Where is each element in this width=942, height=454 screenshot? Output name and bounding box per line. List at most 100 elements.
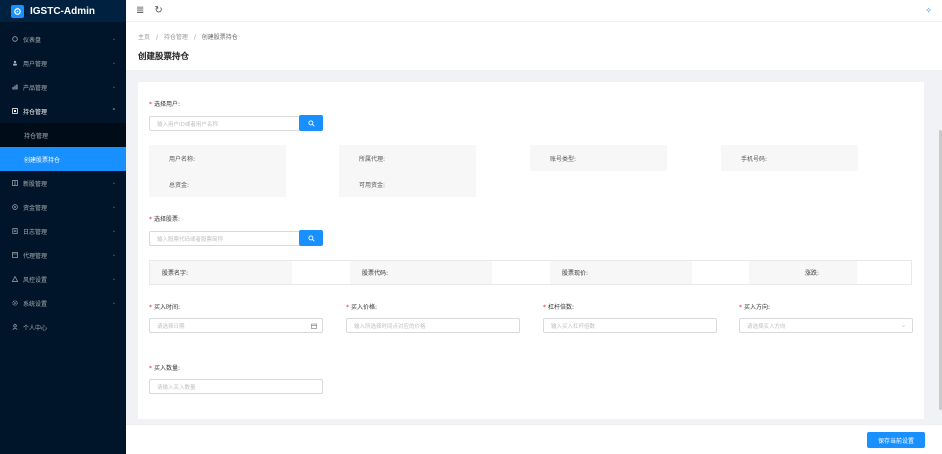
stock-select-label: * 选择股票: bbox=[149, 216, 181, 223]
chevron-down-icon: ⌄ bbox=[111, 300, 116, 306]
sidebar-item-label: 个人中心 bbox=[23, 324, 48, 332]
sidebar-item-label: 产品管理 bbox=[23, 84, 48, 92]
sidebar-submenu: 持仓管理 创建股票持仓 bbox=[0, 123, 126, 171]
position-icon bbox=[12, 108, 18, 114]
available-funds-value bbox=[476, 171, 530, 197]
sidebar-item-label: 代理管理 bbox=[23, 252, 48, 260]
sidebar-item-profile[interactable]: 个人中心 bbox=[0, 315, 126, 339]
stock-code-value bbox=[492, 261, 550, 284]
sidebar-item-users[interactable]: 用户管理 ⌄ bbox=[0, 51, 126, 75]
sidebar-item-dashboard[interactable]: 仪表盘 ⌄ bbox=[0, 27, 126, 51]
money-icon bbox=[12, 204, 18, 210]
log-icon bbox=[12, 228, 18, 234]
buy-time-placeholder: 请选择日期 bbox=[157, 323, 185, 330]
chart-icon bbox=[12, 84, 18, 90]
leverage-input[interactable]: 输入买入杠杆倍数 bbox=[543, 318, 717, 333]
logo[interactable]: IGSTC-Admin bbox=[0, 0, 126, 22]
buy-time-picker[interactable]: 请选择日期 bbox=[149, 318, 323, 333]
dashboard-icon bbox=[12, 36, 18, 42]
quantity-input[interactable]: 请输入买入数量 bbox=[149, 379, 323, 394]
user-info-grid: 用户名称: 所属代理: 账号类型: 手机号码: 总资金: 可用资金: bbox=[149, 145, 912, 197]
sidebar-item-positions[interactable]: 持仓管理 ⌃ bbox=[0, 99, 126, 123]
total-funds-label: 总资金: bbox=[149, 171, 286, 197]
total-funds-value bbox=[286, 171, 339, 197]
stock-info-row: 股票名字: 股票代码: 股票现价: 涨跌: bbox=[149, 260, 912, 285]
chevron-up-icon: ⌃ bbox=[111, 108, 116, 114]
sidebar-item-label: 新股管理 bbox=[23, 180, 48, 188]
warning-icon bbox=[12, 276, 18, 282]
sidebar-subitem-positions[interactable]: 持仓管理 bbox=[0, 123, 126, 147]
change-label: 涨跌: bbox=[749, 261, 857, 284]
sidebar-item-settings[interactable]: 系统设置 ⌄ bbox=[0, 291, 126, 315]
account-type-label: 账号类型: bbox=[530, 145, 667, 171]
stock-price-label: 股票现价: bbox=[550, 261, 692, 284]
users-icon bbox=[12, 60, 18, 66]
stock-search-button[interactable] bbox=[299, 230, 323, 246]
search-icon bbox=[307, 234, 315, 242]
sidebar-item-label: 日志管理 bbox=[23, 228, 48, 236]
user-select-label: * 选择用户: bbox=[149, 101, 181, 108]
available-funds-label: 可用资金: bbox=[339, 171, 476, 197]
sidebar-item-products[interactable]: 产品管理 ⌄ bbox=[0, 75, 126, 99]
sidebar-item-label: 系统设置 bbox=[23, 300, 48, 308]
user-search-button[interactable] bbox=[299, 115, 323, 131]
refresh-icon[interactable]: ↻ bbox=[154, 5, 162, 16]
search-icon bbox=[307, 119, 315, 127]
breadcrumb: 主页 / 持仓管理 / 创建股票持仓 bbox=[138, 32, 930, 41]
page-header: 主页 / 持仓管理 / 创建股票持仓 创建股票持仓 bbox=[126, 22, 942, 70]
stock-price-value bbox=[692, 261, 749, 284]
grid-icon bbox=[12, 180, 18, 186]
topbar: ≣ ↻ ✧ bbox=[126, 0, 942, 22]
direction-placeholder: 请选择买入方向 bbox=[747, 323, 786, 330]
chevron-down-icon: ⌄ bbox=[111, 276, 116, 282]
leverage-label: * 杠杆倍数: bbox=[543, 304, 575, 311]
sidebar-subitem-create-position[interactable]: 创建股票持仓 bbox=[0, 147, 126, 171]
agent-value bbox=[476, 145, 530, 171]
phone-label: 手机号码: bbox=[721, 145, 858, 171]
breadcrumb-separator: / bbox=[155, 34, 158, 41]
settings-sparkle-icon[interactable]: ✧ bbox=[925, 6, 932, 15]
stock-code-label: 股票代码: bbox=[350, 261, 492, 284]
page-title: 创建股票持仓 bbox=[138, 52, 190, 62]
change-value bbox=[857, 261, 911, 284]
sidebar-item-label: 持仓管理 bbox=[23, 108, 48, 116]
sidebar: IGSTC-Admin 仪表盘 ⌄ 用户管理 ⌄ 产品管理 ⌄ 持仓管理 ⌃ 持… bbox=[0, 0, 126, 454]
stock-name-value bbox=[292, 261, 350, 284]
person-icon bbox=[12, 324, 18, 330]
sidebar-item-label: 用户管理 bbox=[23, 60, 48, 68]
menu-fold-icon[interactable]: ≣ bbox=[136, 5, 144, 16]
calendar-icon bbox=[311, 323, 317, 329]
sidebar-item-label: 资金管理 bbox=[23, 204, 48, 212]
agent-icon bbox=[12, 252, 18, 258]
gear-icon bbox=[12, 300, 18, 306]
breadcrumb-parent[interactable]: 持仓管理 bbox=[164, 34, 188, 41]
chevron-down-icon: ⌄ bbox=[111, 204, 116, 210]
chevron-down-icon: ⌄ bbox=[111, 252, 116, 258]
logo-icon bbox=[11, 4, 24, 18]
stock-search-input[interactable]: 输入股票代码或者股票简称 bbox=[149, 231, 300, 246]
sidebar-item-agents[interactable]: 代理管理 ⌄ bbox=[0, 243, 126, 267]
user-name-label: 用户名称: bbox=[149, 145, 286, 171]
chevron-down-icon: ⌄ bbox=[111, 228, 116, 234]
sidebar-item-ipo[interactable]: 新股管理 ⌄ bbox=[0, 171, 126, 195]
save-settings-button[interactable]: 保存当前设置 bbox=[867, 432, 925, 448]
chevron-down-icon: ⌄ bbox=[111, 36, 116, 42]
breadcrumb-home[interactable]: 主页 bbox=[138, 34, 150, 41]
account-type-value bbox=[667, 145, 721, 171]
sidebar-item-risk[interactable]: 风控设置 ⌄ bbox=[0, 267, 126, 291]
sidebar-item-label: 风控设置 bbox=[23, 276, 48, 284]
app-title: IGSTC-Admin bbox=[30, 5, 95, 17]
stock-name-label: 股票名字: bbox=[150, 261, 292, 284]
chevron-down-icon: ⌄ bbox=[111, 60, 116, 66]
buy-price-label: * 买入价格: bbox=[346, 304, 378, 311]
sidebar-item-logs[interactable]: 日志管理 ⌄ bbox=[0, 219, 126, 243]
quantity-label: * 买入数量: bbox=[149, 365, 181, 372]
buy-time-label: * 买入时间: bbox=[149, 304, 181, 311]
direction-label: * 买入方向: bbox=[739, 304, 771, 311]
phone-value bbox=[858, 145, 912, 171]
direction-select[interactable]: 请选择买入方向 ⌄ bbox=[739, 318, 913, 333]
breadcrumb-separator: / bbox=[193, 34, 196, 41]
user-search-input[interactable]: 输入用户ID或者用户名称 bbox=[149, 116, 300, 131]
buy-price-input[interactable]: 输入所选择时间点对应的价格 bbox=[346, 318, 520, 333]
sidebar-item-funds[interactable]: 资金管理 ⌄ bbox=[0, 195, 126, 219]
